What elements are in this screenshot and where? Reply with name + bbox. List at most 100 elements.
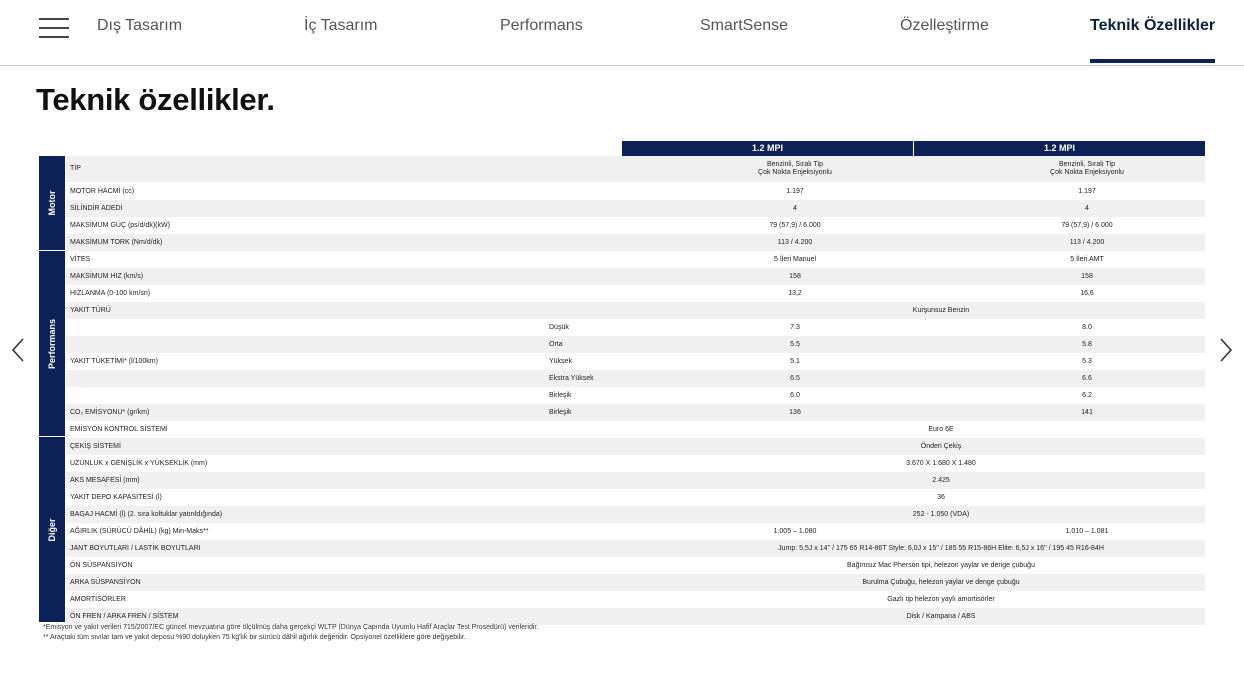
value-cell: 3.670 X 1.680 X 1.480 <box>906 459 976 467</box>
value-cell: 5.3 <box>1082 357 1092 365</box>
value-cell: Benzinli, Sıralı Tip Çok Nokta Enjeksiyo… <box>758 161 832 176</box>
chevron-left-icon[interactable] <box>8 337 30 363</box>
value-cell: 2.425 <box>932 476 950 484</box>
row-label: YAKIT TÜRÜ <box>70 306 111 314</box>
tab-ic-tasarim[interactable]: İç Tasarım <box>304 17 378 63</box>
value-cell: 6.2 <box>1082 391 1092 399</box>
row-label: VİTES <box>70 255 91 263</box>
row-sublabel: Yüksek <box>549 357 572 365</box>
tab-ozellestirme[interactable]: Özelleştirme <box>900 17 989 63</box>
tab-smartsense[interactable]: SmartSense <box>700 17 788 63</box>
value-cell: 7.3 <box>790 323 800 331</box>
tab-dis-tasarim[interactable]: Dış Tasarım <box>97 17 182 63</box>
row-label: SİLİNDİR ADEDİ <box>70 204 123 212</box>
footnote: *Emisyon ve yakıt verileri 715/2007/EC g… <box>43 624 539 631</box>
row-sublabel: Ekstra Yüksek <box>549 374 594 382</box>
row-sublabel: Orta <box>549 340 563 348</box>
row-label: JANT BOYUTLARI / LASTİK BOYUTLARI <box>70 544 201 552</box>
table-row: YAKIT TÜRÜ Kurşunsuz Benzin <box>66 302 1205 319</box>
value-cell: 141 <box>1081 408 1093 416</box>
row-label: BAGAJ HACMİ (l) (2. sıra koltuklar yatır… <box>70 510 223 518</box>
value-cell: 36 <box>937 493 945 501</box>
value-cell: 13,2 <box>788 289 802 297</box>
value-cell: 4 <box>1085 204 1089 212</box>
top-navigation: Dış Tasarım İç Tasarım Performans SmartS… <box>0 0 1244 66</box>
table-row: ARKA SÜSPANSİYON Burulma Çubuğu, helezon … <box>66 574 1205 591</box>
value-cell: Euro 6E <box>928 425 954 433</box>
column-header: 1.2 MPI <box>622 141 913 156</box>
row-label: HIZLANMA (0-100 km/sn) <box>70 289 151 297</box>
table-row: YAKIT DEPO KAPASİTESİ (l) 36 <box>66 489 1205 506</box>
value-cell: 158 <box>789 272 801 280</box>
column-header: 1.2 MPI <box>914 141 1205 156</box>
row-sublabel: Birleşik <box>549 408 572 416</box>
table-row: Ekstra Yüksek 6.5 6.6 <box>66 370 1205 387</box>
value-cell: 5.8 <box>1082 340 1092 348</box>
group-band-diger: Diğer <box>39 437 65 622</box>
value-cell: 113 / 4.200 <box>777 238 813 246</box>
hamburger-menu-icon[interactable] <box>39 18 69 38</box>
value-cell: 5.5 <box>790 340 800 348</box>
table-row: MOTOR HACMİ (cc) 1.197 1.197 <box>66 183 1205 200</box>
row-label: MOTOR HACMİ (cc) <box>70 187 135 195</box>
tab-teknik-ozellikler[interactable]: Teknik Özellikler <box>1090 17 1216 63</box>
table-row: MAKSİMUM HIZ (km/s) 158 158 <box>66 268 1205 285</box>
row-label: EMİSYON KONTROL SİSTEMİ <box>70 425 168 433</box>
row-label: MAKSİMUM TORK (Nm/d/dk) <box>70 238 163 246</box>
row-label: AKS MESAFESİ (mm) <box>70 476 140 484</box>
table-row: CO₂ EMİSYONU* (gr/km) Birleşik 136 141 <box>66 404 1205 421</box>
table-row: EMİSYON KONTROL SİSTEMİ Euro 6E <box>66 421 1205 438</box>
group-label: Diğer <box>47 517 57 542</box>
table-row: Düşük 7.3 8.0 <box>66 319 1205 336</box>
group-label: Performans <box>47 318 57 369</box>
row-label: YAKIT TÜKETİMİ* (l/100km) <box>70 357 158 365</box>
table-row: ÖN SÜSPANSİYON Bağımsız Mac Pherson tipi,… <box>66 557 1205 574</box>
value-cell: 5.1 <box>790 357 800 365</box>
value-cell: Burulma Çubuğu, helezon yaylar ve denge … <box>862 578 1020 586</box>
value-cell: 1.197 <box>786 187 804 195</box>
value-cell: 6.6 <box>1082 374 1092 382</box>
value-cell: 6.0 <box>790 391 800 399</box>
row-label: TİP <box>70 165 81 172</box>
group-band-performans: Performans <box>39 251 65 436</box>
table-row: JANT BOYUTLARI / LASTİK BOYUTLARI Jump: 5… <box>66 540 1205 557</box>
value-cell: 6.5 <box>790 374 800 382</box>
value-cell: Disk / Kampana / ABS <box>906 612 976 620</box>
value-cell: 136 <box>789 408 801 416</box>
table-row: Orta 5.5 5.8 <box>66 336 1205 353</box>
value-cell: 1.197 <box>1078 187 1096 195</box>
page-title: Teknik özellikler. <box>36 82 275 117</box>
value-cell: 8.0 <box>1082 323 1092 331</box>
table-row: AKS MESAFESİ (mm) 2.425 <box>66 472 1205 489</box>
value-cell: 158 <box>1081 272 1093 280</box>
row-label: ÖN SÜSPANSİYON <box>70 561 133 569</box>
row-label: MAKSİMUM HIZ (km/s) <box>70 272 144 280</box>
value-cell: 16,6 <box>1080 289 1094 297</box>
tab-performans[interactable]: Performans <box>500 17 583 63</box>
value-cell: Önden Çekiş <box>920 442 962 450</box>
value-cell: Bağımsız Mac Pherson tipi, helezon yayla… <box>847 561 1035 569</box>
table-row: HIZLANMA (0-100 km/sn) 13,2 16,6 <box>66 285 1205 302</box>
table-row: TİP Benzinli, Sıralı Tip Çok Nokta Enjeks… <box>66 156 1205 182</box>
value-cell: Benzinli, Sıralı Tip Çok Nokta Enjeksiyo… <box>1050 161 1124 176</box>
table-row: AĞIRLIK (SÜRÜCÜ DÂHİL) (kg) Min-Maks** 1.… <box>66 523 1205 540</box>
value-cell: 5 İleri AMT <box>1070 255 1104 263</box>
table-row: MAKSİMUM TORK (Nm/d/dk) 113 / 4.200 113 / … <box>66 234 1205 251</box>
value-cell: Gazlı tip helezon yaylı amortisörler <box>887 595 995 603</box>
row-label: ÇEKİŞ SİSTEMİ <box>70 442 121 450</box>
table-row: UZUNLUK x GENİŞLİK x YÜKSEKLİK (mm) 3.670… <box>66 455 1205 472</box>
footnotes: *Emisyon ve yakıt verileri 715/2007/EC g… <box>43 623 538 642</box>
table-row: SİLİNDİR ADEDİ 4 4 <box>66 200 1205 217</box>
value-cell: 1.005 – 1.080 <box>773 527 817 535</box>
row-label: YAKIT DEPO KAPASİTESİ (l) <box>70 493 162 501</box>
row-label: AMORTİSÖRLER <box>70 595 126 603</box>
table-row: BAGAJ HACMİ (l) (2. sıra koltuklar yatır… <box>66 506 1205 523</box>
footnote: ** Araçtaki tüm sıvılar tam ve yakıt dep… <box>43 633 466 641</box>
table-row: VİTES 5 İleri Manuel 5 İleri AMT <box>66 251 1205 268</box>
table-row: AMORTİSÖRLER Gazlı tip helezon yaylı amor… <box>66 591 1205 608</box>
value-cell: 252 - 1.050 (VDA) <box>912 510 970 518</box>
value-cell: Kurşunsuz Benzin <box>912 306 970 314</box>
value-cell: 5 İleri Manuel <box>773 255 817 263</box>
table-row: YAKIT TÜKETİMİ* (l/100km) Yüksek 5.1 5.3 <box>66 353 1205 370</box>
table-row: MAKSİMUM GÜÇ (ps/d/dk)(kW) 79 (57,9) / 6.… <box>66 217 1205 234</box>
